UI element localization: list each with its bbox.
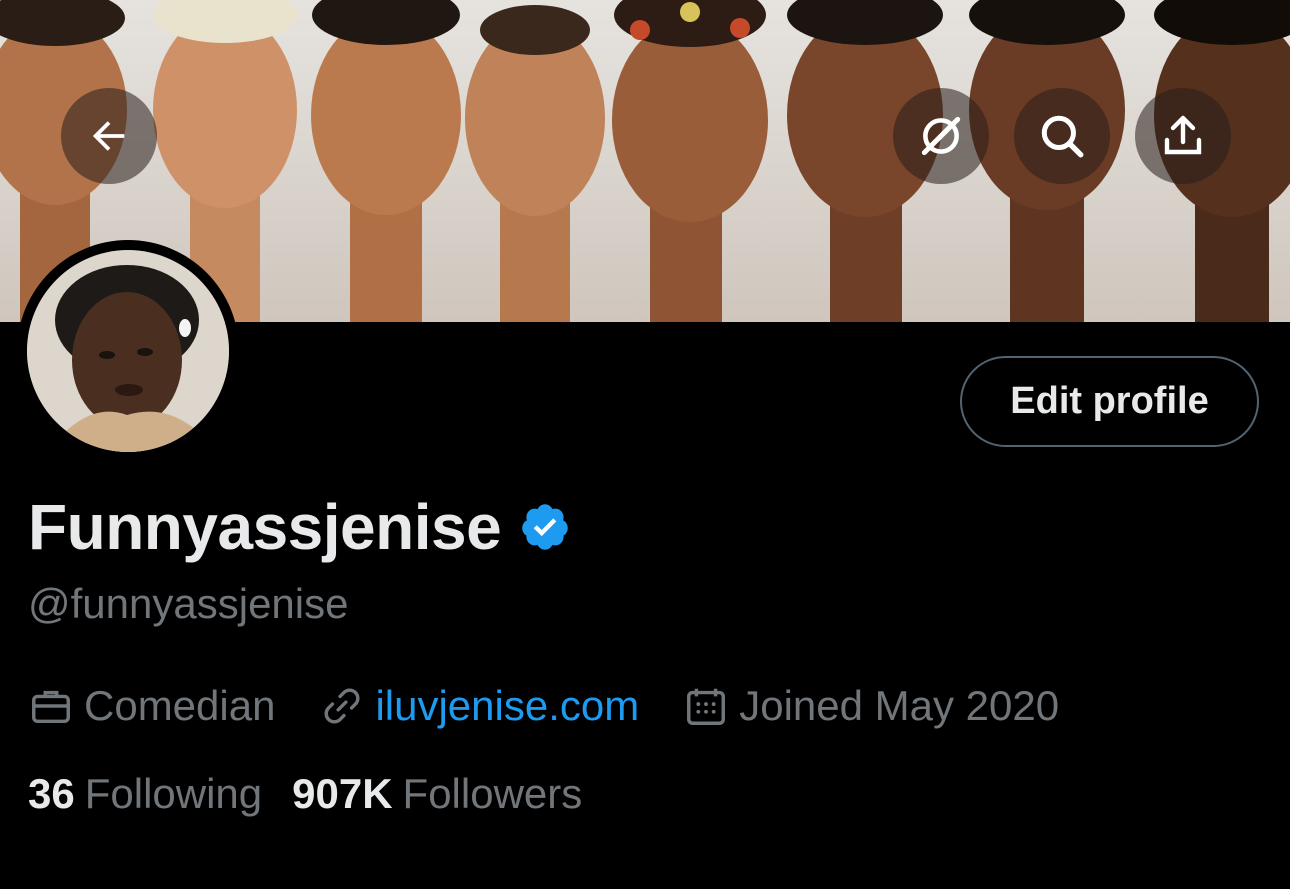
edit-profile-button[interactable]: Edit profile xyxy=(960,356,1259,447)
profession-text: Comedian xyxy=(84,682,276,729)
following-count: 36 xyxy=(28,770,75,817)
display-name-row: Funnyassjenise xyxy=(28,490,571,564)
user-handle: @funnyassjenise xyxy=(28,580,349,627)
search-button[interactable] xyxy=(1014,88,1110,184)
followers-label: Followers xyxy=(402,770,583,817)
joined-text: Joined May 2020 xyxy=(739,682,1060,729)
follow-stats: 36 Following 907K Followers xyxy=(28,770,612,818)
verified-badge-icon[interactable] xyxy=(519,501,571,553)
grok-button[interactable] xyxy=(893,88,989,184)
grok-icon xyxy=(921,116,961,156)
share-icon xyxy=(1164,115,1202,155)
avatar-illustration xyxy=(27,250,229,452)
calendar-icon xyxy=(687,688,726,725)
link-icon xyxy=(324,688,360,724)
back-button[interactable] xyxy=(61,88,157,184)
briefcase-icon xyxy=(32,690,70,724)
following-label: Following xyxy=(84,770,263,817)
following-stat[interactable]: 36 Following xyxy=(28,770,262,818)
profession-item: Comedian xyxy=(28,682,275,730)
website-item[interactable]: iluvjenise.com xyxy=(319,682,639,730)
search-icon xyxy=(1041,115,1084,158)
followers-count: 907K xyxy=(292,770,393,817)
joined-item: Joined May 2020 xyxy=(683,682,1059,730)
back-arrow-icon xyxy=(92,121,125,151)
profile-meta-row: Comedian iluvjenise.com Joined May 2020 xyxy=(28,682,1103,730)
display-name: Funnyassjenise xyxy=(28,491,502,563)
profile-avatar[interactable] xyxy=(17,240,239,462)
followers-stat[interactable]: 907K Followers xyxy=(292,770,582,818)
website-link[interactable]: iluvjenise.com xyxy=(375,682,639,730)
avatar-photo xyxy=(27,250,229,452)
share-button[interactable] xyxy=(1135,88,1231,184)
